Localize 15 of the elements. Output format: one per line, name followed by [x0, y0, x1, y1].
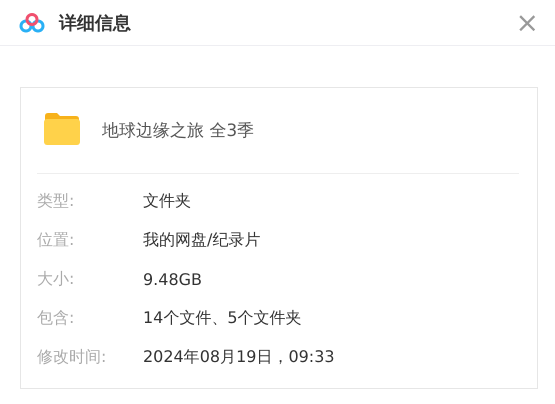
detail-value: 2024年08月19日，09:33 [143, 347, 335, 368]
detail-label: 修改时间: [37, 347, 108, 368]
detail-value: 我的网盘/纪录片 [143, 230, 260, 251]
cloud-logo-icon [19, 12, 45, 32]
window-title: 详细信息 [59, 12, 131, 34]
detail-label: 类型: [37, 191, 76, 212]
detail-label: 包含: [37, 308, 76, 329]
detail-value: 文件夹 [143, 191, 191, 212]
file-name: 地球边缘之旅 全3季 [102, 120, 254, 142]
close-button[interactable]: × [514, 8, 541, 36]
detail-label: 大小: [37, 269, 76, 290]
folder-icon [43, 112, 81, 145]
detail-value: 14个文件、5个文件夹 [143, 308, 302, 329]
detail-value: 9.48GB [143, 270, 202, 289]
detail-label: 位置: [37, 230, 76, 251]
